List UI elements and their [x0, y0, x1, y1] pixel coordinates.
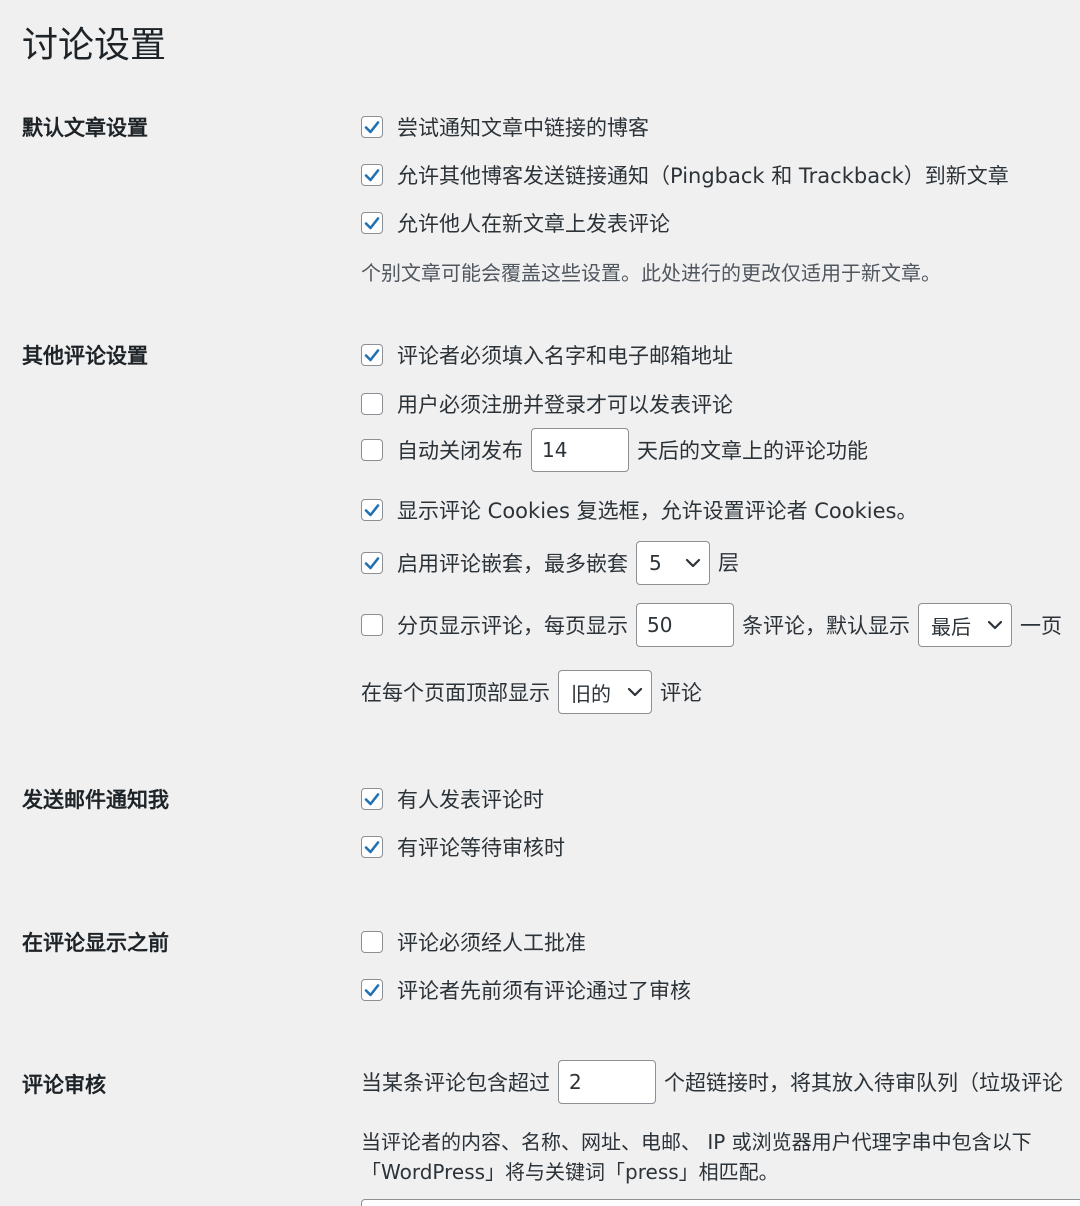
check-icon	[364, 121, 380, 134]
max-links-input[interactable]: 2	[558, 1060, 656, 1104]
section-label-before-appears: 在评论显示之前	[22, 931, 169, 955]
option-allow-comments[interactable]: 允许他人在新文章上发表评论	[361, 208, 670, 238]
option-label: 评论必须经人工批准	[397, 931, 586, 955]
check-icon	[364, 793, 380, 806]
option-label: 有评论等待审核时	[397, 836, 565, 860]
moderation-keywords-desc-line1: 当评论者的内容、名称、网址、电邮、 IP 或浏览器用户代理字串中包含以下	[361, 1130, 1032, 1154]
checkbox-allow-pingbacks[interactable]	[361, 164, 383, 186]
select-value: 5	[649, 551, 662, 575]
option-label: 一页	[1020, 614, 1062, 638]
checkbox-allow-comments[interactable]	[361, 212, 383, 234]
option-label: 当某条评论包含超过	[361, 1071, 550, 1095]
checkbox-threaded[interactable]	[361, 552, 383, 574]
section-label-other-comments: 其他评论设置	[22, 344, 148, 368]
discussion-settings-page: 讨论设置 默认文章设置 尝试通知文章中链接的博客 允许其他博客发送链接通知（Pi…	[0, 0, 1080, 1206]
option-previously-approved[interactable]: 评论者先前须有评论通过了审核	[361, 975, 691, 1005]
checkbox-manual-approve[interactable]	[361, 931, 383, 953]
option-label: 评论者先前须有评论通过了审核	[397, 979, 691, 1003]
option-label: 评论者必须填入名字和电子邮箱地址	[397, 344, 733, 368]
auto-close-days-input[interactable]: 14	[531, 428, 629, 472]
option-label: 自动关闭发布	[397, 439, 523, 463]
section-label-moderation: 评论审核	[22, 1073, 106, 1097]
option-comment-order: 在每个页面顶部显示 旧的 评论	[361, 670, 702, 714]
default-page-select[interactable]: 最后	[918, 603, 1012, 647]
checkbox-auto-close[interactable]	[361, 439, 383, 461]
default-article-note: 个别文章可能会覆盖这些设置。此处进行的更改仅适用于新文章。	[361, 261, 941, 285]
option-label: 分页显示评论，每页显示	[397, 614, 628, 638]
checkbox-held-moderation[interactable]	[361, 836, 383, 858]
option-held-moderation[interactable]: 有评论等待审核时	[361, 832, 565, 862]
option-label: 评论	[660, 681, 702, 705]
check-icon	[364, 169, 380, 182]
moderation-keywords-desc-line2: 「WordPress」将与关键词「press」相匹配。	[361, 1160, 779, 1184]
option-auto-close: 自动关闭发布 14 天后的文章上的评论功能	[361, 428, 868, 472]
checkbox-show-cookies[interactable]	[361, 499, 383, 521]
option-label: 启用评论嵌套，最多嵌套	[397, 552, 628, 576]
section-label-email-me: 发送邮件通知我	[22, 788, 169, 812]
option-label: 用户必须注册并登录才可以发表评论	[397, 393, 733, 417]
section-label-default-article: 默认文章设置	[22, 116, 148, 140]
check-icon	[364, 349, 380, 362]
option-allow-pingbacks[interactable]: 允许其他博客发送链接通知（Pingback 和 Trackback）到新文章	[361, 160, 1009, 190]
comment-order-select[interactable]: 旧的	[558, 670, 652, 714]
select-value: 最后	[931, 614, 971, 639]
option-label: 天后的文章上的评论功能	[637, 439, 868, 463]
moderation-keys-textarea[interactable]	[361, 1199, 1080, 1206]
option-moderation-links: 当某条评论包含超过 2 个超链接时，将其放入待审队列（垃圾评论	[361, 1060, 1063, 1104]
threaded-depth-select[interactable]: 5	[636, 541, 710, 585]
option-label: 尝试通知文章中链接的博客	[397, 116, 649, 140]
chevron-down-icon	[627, 686, 643, 698]
chevron-down-icon	[685, 557, 701, 569]
option-notify-blogs[interactable]: 尝试通知文章中链接的博客	[361, 112, 649, 142]
chevron-down-icon	[987, 619, 1003, 631]
option-label: 有人发表评论时	[397, 788, 544, 812]
check-icon	[364, 984, 380, 997]
option-manual-approve[interactable]: 评论必须经人工批准	[361, 927, 586, 957]
checkbox-require-registration[interactable]	[361, 393, 383, 415]
option-label: 在每个页面顶部显示	[361, 681, 550, 705]
option-label: 允许他人在新文章上发表评论	[397, 212, 670, 236]
checkbox-require-name-email[interactable]	[361, 344, 383, 366]
checkbox-anyone-posts[interactable]	[361, 788, 383, 810]
option-label: 允许其他博客发送链接通知（Pingback 和 Trackback）到新文章	[397, 164, 1009, 188]
check-icon	[364, 557, 380, 570]
check-icon	[364, 217, 380, 230]
check-icon	[364, 504, 380, 517]
checkbox-notify-blogs[interactable]	[361, 116, 383, 138]
option-paged: 分页显示评论，每页显示 50 条评论，默认显示 最后 一页	[361, 603, 1062, 647]
comments-per-page-input[interactable]: 50	[636, 603, 734, 647]
option-anyone-posts[interactable]: 有人发表评论时	[361, 784, 544, 814]
option-label: 显示评论 Cookies 复选框，允许设置评论者 Cookies。	[397, 499, 918, 523]
checkbox-previously-approved[interactable]	[361, 979, 383, 1001]
page-title: 讨论设置	[22, 25, 167, 66]
check-icon	[364, 841, 380, 854]
option-require-registration[interactable]: 用户必须注册并登录才可以发表评论	[361, 389, 733, 419]
option-require-name-email[interactable]: 评论者必须填入名字和电子邮箱地址	[361, 340, 733, 370]
checkbox-paged[interactable]	[361, 614, 383, 636]
option-label: 层	[718, 551, 739, 575]
option-label: 条评论，默认显示	[742, 614, 910, 638]
option-threaded: 启用评论嵌套，最多嵌套 5 层	[361, 541, 739, 585]
select-value: 旧的	[571, 681, 611, 706]
option-show-cookies[interactable]: 显示评论 Cookies 复选框，允许设置评论者 Cookies。	[361, 495, 917, 525]
option-label: 个超链接时，将其放入待审队列（垃圾评论	[664, 1071, 1063, 1095]
